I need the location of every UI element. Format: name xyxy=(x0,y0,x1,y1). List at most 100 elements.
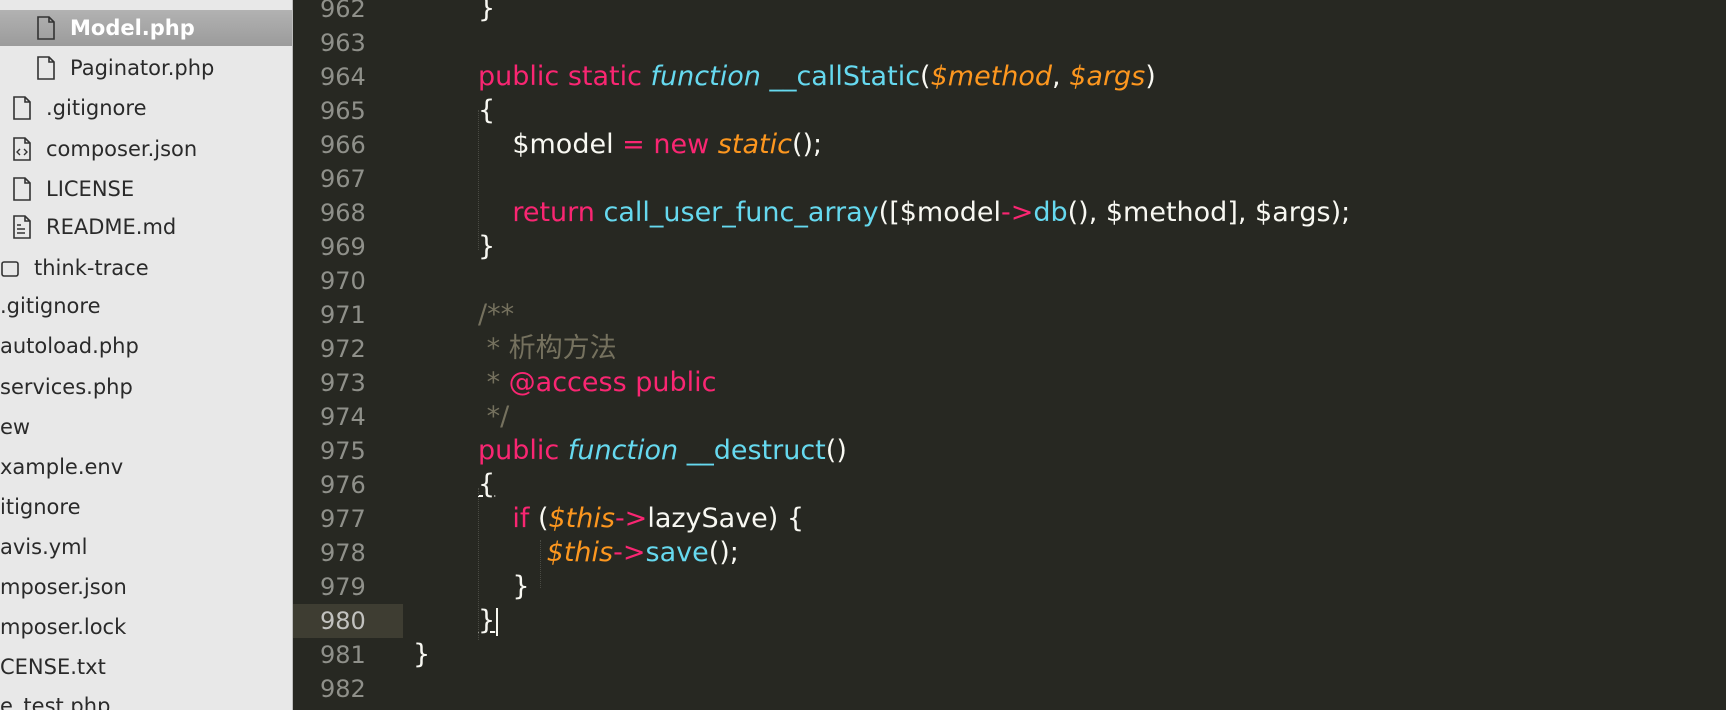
sidebar-item-label: LICENSE xyxy=(46,177,135,201)
code-token: db xyxy=(1033,197,1068,228)
code-token: function xyxy=(650,61,761,92)
sidebar-item-label: xample.env xyxy=(0,455,124,479)
code-token: */ xyxy=(478,401,510,432)
sidebar-item-label: .gitignore xyxy=(46,96,147,120)
code-token: * xyxy=(478,367,509,398)
code-area[interactable]: } public static function __callStatic($me… xyxy=(293,0,1726,710)
code-line: } xyxy=(478,230,495,264)
code-line: { xyxy=(478,468,495,502)
code-token: function xyxy=(567,435,679,466)
file-icon xyxy=(12,96,34,120)
sidebar-item-label: .gitignore xyxy=(0,294,101,318)
code-token: $args xyxy=(1069,61,1146,92)
sidebar-item-label: avis.yml xyxy=(0,535,88,559)
sidebar-item-label: mposer.json xyxy=(0,575,127,599)
code-token: } xyxy=(478,605,496,636)
sidebar-item-label: autoload.php xyxy=(0,334,139,358)
code-token: (); xyxy=(708,537,739,568)
sidebar-item[interactable]: mposer.lock xyxy=(0,609,292,645)
sidebar-item[interactable]: Paginator.php xyxy=(0,50,292,86)
sidebar-item-label: Paginator.php xyxy=(70,56,215,80)
code-token: __callStatic xyxy=(769,61,921,92)
code-editor[interactable]: 962 963 964 965 966 967 968 969 970 971 972 973 974 9… xyxy=(293,0,1726,710)
sidebar-item[interactable]: services.php xyxy=(0,369,292,405)
sidebar-item-label: ew xyxy=(0,415,31,439)
code-token: } xyxy=(478,231,496,262)
code-line: $model = new static(); xyxy=(478,128,822,162)
code-token: public xyxy=(635,367,717,398)
code-token: } xyxy=(413,639,431,670)
code-token: new xyxy=(653,129,710,160)
code-line: } xyxy=(478,604,499,638)
code-token: ([$model xyxy=(878,197,1001,228)
code-line: * 析构方法 xyxy=(478,332,617,366)
code-token: * 析构方法 xyxy=(478,333,617,364)
sidebar-item[interactable]: README.md xyxy=(0,209,292,245)
sidebar-item[interactable]: .gitignore xyxy=(0,288,292,324)
sidebar-item[interactable]: autoload.php xyxy=(0,328,292,364)
code-file-icon xyxy=(12,137,34,161)
code-token: , xyxy=(1052,61,1070,92)
code-token: call_user_func_array xyxy=(603,197,879,228)
code-token: public xyxy=(478,435,568,466)
file-icon xyxy=(12,177,34,201)
code-token: } xyxy=(478,0,496,24)
sidebar-item-label: Model.php xyxy=(70,16,195,40)
sidebar-item[interactable]: avis.yml xyxy=(0,529,292,565)
code-line: { xyxy=(478,94,495,128)
code-token: } xyxy=(478,571,530,602)
sidebar-item[interactable]: composer.json xyxy=(0,131,292,167)
sidebar-item[interactable]: CENSE.txt xyxy=(0,649,292,685)
sidebar-item[interactable]: itignore xyxy=(0,489,292,525)
code-token: /** xyxy=(478,299,515,330)
sidebar-item[interactable]: LICENSE xyxy=(0,171,292,207)
code-token: __destruct xyxy=(686,435,826,466)
sidebar-item-label: itignore xyxy=(0,495,81,519)
code-token: static xyxy=(717,129,792,160)
code-line: public function __destruct() xyxy=(478,434,847,468)
code-token: if xyxy=(512,503,530,534)
code-token: ) xyxy=(1145,61,1156,92)
folder-icon xyxy=(0,256,22,280)
code-line: } xyxy=(413,638,430,672)
code-token: save xyxy=(645,537,709,568)
code-line: /** xyxy=(478,298,514,332)
sidebar-item[interactable]: ew xyxy=(0,409,292,445)
code-token: { xyxy=(478,469,496,500)
code-token: $model xyxy=(478,129,623,160)
code-line: * @access public xyxy=(478,366,717,400)
code-token: $this xyxy=(546,537,614,568)
code-token: ( xyxy=(920,61,931,92)
sidebar-item[interactable]: e_test.php xyxy=(0,688,292,710)
code-token: static xyxy=(567,61,651,92)
sidebar-item[interactable]: Model.php xyxy=(0,10,292,46)
sidebar-item[interactable]: xample.env xyxy=(0,449,292,485)
sidebar-item[interactable]: think-trace xyxy=(0,250,292,286)
sidebar-item-label: think-trace xyxy=(34,256,149,280)
code-token: -> xyxy=(1000,197,1034,228)
code-token: (); xyxy=(791,129,823,160)
sidebar-item-label: mposer.lock xyxy=(0,615,127,639)
file-icon xyxy=(36,16,58,40)
code-line: return call_user_func_array([$model->db(… xyxy=(478,196,1350,230)
code-line: } xyxy=(478,0,495,26)
sidebar-item-label: services.php xyxy=(0,375,133,399)
sidebar-item[interactable]: mposer.json xyxy=(0,569,292,605)
indent-guide xyxy=(478,110,479,250)
indent-guide xyxy=(478,488,479,640)
code-line: */ xyxy=(478,400,510,434)
code-token: lazySave) { xyxy=(647,503,805,534)
code-line: } xyxy=(478,570,530,604)
sidebar-item[interactable]: .gitignore xyxy=(0,90,292,126)
sidebar-item-label: e_test.php xyxy=(0,694,111,710)
text-cursor xyxy=(496,607,499,636)
code-token: $method xyxy=(930,61,1053,92)
sidebar-item-label: README.md xyxy=(46,215,177,239)
code-token: (), $method], $args); xyxy=(1067,197,1351,228)
